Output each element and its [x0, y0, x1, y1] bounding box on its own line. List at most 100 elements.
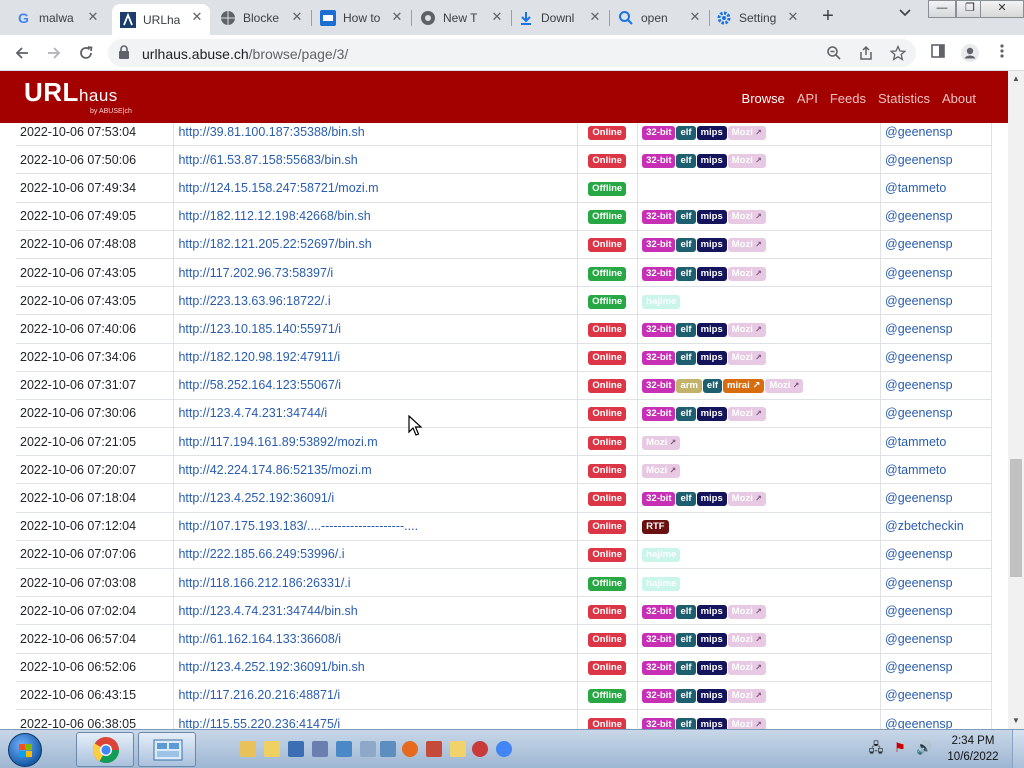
close-window-button[interactable]: ✕	[980, 0, 1024, 18]
reporter-link[interactable]: @geenensp	[885, 406, 953, 420]
scroll-up-arrow-icon[interactable]: ▲	[1012, 74, 1020, 83]
tag-badge[interactable]: Mozi ↗	[727, 717, 766, 729]
tag-badge[interactable]: 32-bit	[642, 210, 676, 225]
chrome-quicklaunch-icon[interactable]	[496, 741, 512, 757]
malware-url-link[interactable]: http://117.202.96.73:58397/i	[178, 266, 333, 280]
tag-badge[interactable]: elf	[676, 153, 696, 168]
tag-badge[interactable]: hajime	[642, 576, 681, 591]
reporter-link[interactable]: @geenensp	[885, 237, 953, 251]
chrome-menu-icon[interactable]	[992, 43, 1012, 63]
side-panel-icon[interactable]	[928, 43, 948, 63]
tag-badge[interactable]: 32-bit	[642, 125, 676, 140]
tag-badge[interactable]: mips	[696, 125, 727, 140]
tag-badge[interactable]: mips	[696, 322, 727, 337]
browser-tab[interactable]: open ✕	[610, 4, 708, 31]
lock-icon[interactable]	[118, 45, 132, 61]
reporter-link[interactable]: @geenensp	[885, 153, 953, 167]
scroll-down-arrow-icon[interactable]: ▼	[1012, 716, 1020, 725]
taskbar-chrome-button[interactable]	[76, 732, 134, 767]
tag-badge[interactable]: elf	[676, 322, 696, 337]
tag-badge[interactable]: elf	[676, 689, 696, 704]
tag-badge[interactable]: mips	[696, 661, 727, 676]
document-icon[interactable]	[450, 741, 466, 757]
reporter-link[interactable]: @geenensp	[885, 209, 953, 223]
malware-url-link[interactable]: http://42.224.174.86:52135/mozi.m	[178, 463, 371, 477]
reporter-link[interactable]: @geenensp	[885, 717, 953, 729]
nav-link-browse[interactable]: Browse	[742, 91, 785, 106]
tag-badge[interactable]: mips	[696, 351, 727, 366]
monitor-icon[interactable]	[312, 741, 328, 757]
tag-badge[interactable]: 32-bit	[642, 153, 676, 168]
tag-badge[interactable]: mips	[696, 153, 727, 168]
reporter-link[interactable]: @geenensp	[885, 576, 953, 590]
malware-url-link[interactable]: http://222.185.66.249:53996/.i	[178, 547, 344, 561]
reporter-link[interactable]: @geenensp	[885, 378, 953, 392]
tag-badge[interactable]: mips	[696, 604, 727, 619]
vertical-scrollbar[interactable]: ▲ ▼	[1008, 71, 1024, 729]
malware-url-link[interactable]: http://123.4.74.231:34744/bin.sh	[178, 604, 357, 618]
tag-badge[interactable]: Mozi ↗	[727, 407, 766, 422]
computer-icon[interactable]	[336, 741, 352, 757]
malware-url-link[interactable]: http://61.53.87.158:55683/bin.sh	[178, 153, 357, 167]
tab-close-icon[interactable]: ✕	[86, 10, 100, 24]
tray-network-icon[interactable]: 🖧	[868, 740, 884, 756]
reporter-link[interactable]: @geenensp	[885, 266, 953, 280]
tag-badge[interactable]: mips	[696, 407, 727, 422]
malware-url-link[interactable]: http://223.13.63.96:18722/.i	[178, 294, 330, 308]
tab-close-icon[interactable]: ✕	[588, 10, 602, 24]
reporter-link[interactable]: @geenensp	[885, 322, 953, 336]
tag-badge[interactable]: elf	[676, 238, 696, 253]
tag-badge[interactable]: elf	[676, 717, 696, 729]
tag-badge[interactable]: Mozi ↗	[727, 351, 766, 366]
tag-badge[interactable]: 32-bit	[642, 604, 676, 619]
tag-badge[interactable]: Mozi ↗	[727, 210, 766, 225]
zoom-icon[interactable]	[826, 45, 842, 61]
tag-badge[interactable]: elf	[676, 407, 696, 422]
taskbar-clock[interactable]: 2:34 PM 10/6/2022	[942, 733, 1004, 765]
nav-link-about[interactable]: About	[942, 91, 976, 106]
tag-badge[interactable]: 32-bit	[642, 407, 676, 422]
tag-badge[interactable]: Mozi ↗	[727, 125, 766, 140]
minimize-button[interactable]: —	[928, 0, 956, 18]
reporter-link[interactable]: @geenensp	[885, 632, 953, 646]
tab-close-icon[interactable]: ✕	[688, 10, 702, 24]
tag-badge[interactable]: elf	[676, 351, 696, 366]
tab-close-icon[interactable]: ✕	[390, 10, 404, 24]
tag-badge[interactable]: elf	[676, 632, 696, 647]
forward-button[interactable]	[42, 41, 66, 65]
tag-badge[interactable]: Mozi ↗	[727, 632, 766, 647]
malware-url-link[interactable]: http://117.216.20.216:48871/i	[178, 688, 340, 702]
tag-badge[interactable]: 32-bit	[642, 351, 676, 366]
nav-link-statistics[interactable]: Statistics	[878, 91, 930, 106]
tab-close-icon[interactable]: ✕	[290, 10, 304, 24]
browser-tab[interactable]: Setting ✕	[708, 4, 806, 31]
tag-badge[interactable]: mips	[696, 717, 727, 729]
folder-icon[interactable]	[240, 741, 256, 757]
malware-url-link[interactable]: http://123.4.74.231:34744/i	[178, 406, 327, 420]
tag-badge[interactable]: 32-bit	[642, 689, 676, 704]
tag-badge[interactable]: elf	[676, 604, 696, 619]
reporter-link[interactable]: @geenensp	[885, 491, 953, 505]
malware-url-link[interactable]: http://182.121.205.22:52697/bin.sh	[178, 237, 371, 251]
tag-badge[interactable]: Mozi ↗	[727, 492, 766, 507]
browser-tab[interactable]: Gmalwa ✕	[8, 4, 106, 31]
reload-button[interactable]	[74, 41, 98, 65]
tag-badge[interactable]: 32-bit	[642, 266, 676, 281]
browser-tab[interactable]: How to ✕	[312, 4, 410, 31]
nav-link-feeds[interactable]: Feeds	[830, 91, 866, 106]
malware-url-link[interactable]: http://182.120.98.192:47911/i	[178, 350, 340, 364]
bookmark-star-icon[interactable]	[889, 44, 907, 61]
profile-avatar-icon[interactable]	[960, 43, 980, 63]
browser-tab[interactable]: New T ✕	[412, 4, 510, 31]
tag-badge[interactable]: Mozi ↗	[727, 661, 766, 676]
reporter-link[interactable]: @tammeto	[885, 181, 946, 195]
malware-url-link[interactable]: http://123.4.252.192:36091/i	[178, 491, 334, 505]
reporter-link[interactable]: @geenensp	[885, 294, 953, 308]
tray-volume-icon[interactable]: 🔊	[916, 740, 932, 756]
taskbar-explorer-button[interactable]	[138, 732, 196, 767]
tag-badge[interactable]: hajime	[642, 294, 681, 309]
malware-url-link[interactable]: http://39.81.100.187:35388/bin.sh	[178, 125, 364, 139]
window-icon[interactable]	[380, 741, 396, 757]
tag-badge[interactable]: mirai ↗	[723, 379, 765, 394]
tag-badge[interactable]: mips	[696, 266, 727, 281]
